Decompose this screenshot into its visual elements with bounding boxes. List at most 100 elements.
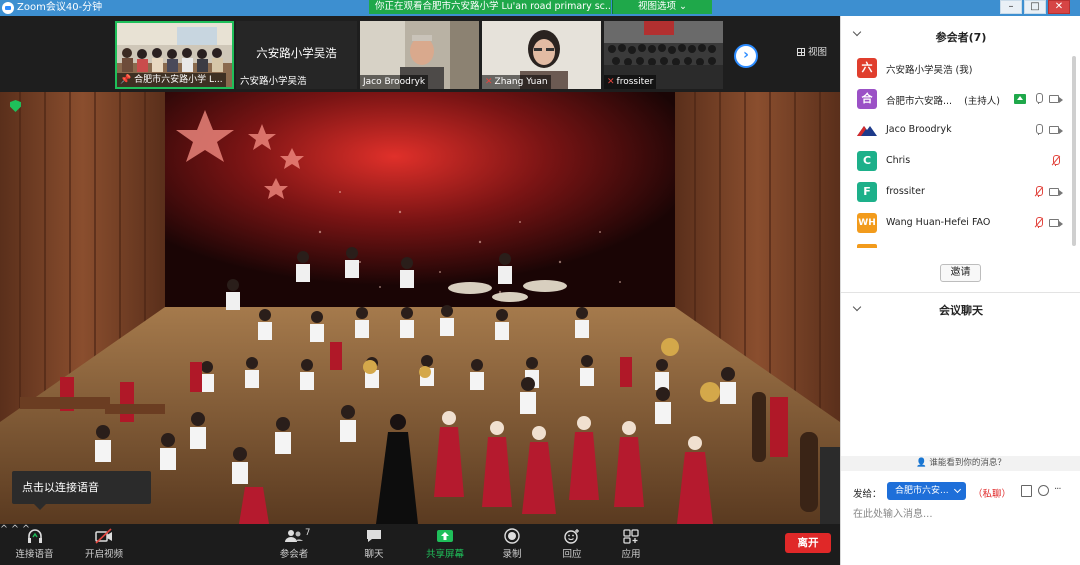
participant-name: Jaco Broodryk (886, 124, 952, 135)
mic-icon[interactable] (1035, 124, 1043, 135)
chat-button[interactable]: 聊天 (362, 524, 386, 565)
thumbnail-name: frossiter (616, 77, 654, 87)
connect-audio-label: 连接语音 (15, 549, 54, 560)
reactions-button[interactable]: 回应 (560, 524, 584, 565)
view-options-button[interactable]: 视图选项 ⌄ (612, 0, 712, 14)
send-to-label: 发给： (853, 489, 882, 500)
mic-muted-icon[interactable] (1034, 186, 1044, 197)
participant-name: 六安路小学吴浩 (我) (886, 65, 973, 76)
sharing-icon (1014, 94, 1026, 104)
title-bar: Zoom会议40-分钟 你正在观看合肥市六安路小学 Lu'an road pri… (0, 0, 1080, 16)
video-thumbnail[interactable]: Jaco Broodryk (360, 21, 479, 89)
person-icon: 👤 (916, 458, 927, 468)
next-page-button[interactable]: › (734, 44, 758, 68)
record-icon (504, 528, 520, 544)
thumbnail-name: Zhang Yuan (494, 77, 548, 87)
view-button-label: 视图 (808, 47, 828, 58)
mic-muted-icon[interactable] (1034, 217, 1044, 228)
participant-row[interactable]: Jaco Broodryk (841, 115, 1071, 146)
chat-title: 会议聊天 (939, 304, 983, 317)
reactions-label: 回应 (562, 549, 582, 560)
video-off-icon (95, 528, 112, 544)
shared-screen-video: 点击以连接语音 (0, 92, 840, 524)
chevron-right-icon: › (743, 47, 749, 63)
camera-icon[interactable] (1049, 95, 1063, 103)
video-thumbnail-strip: 📌 合肥市六安路小学 L... 六安路小学吴浩 六安路小学吴浩 Jaco Bro… (0, 16, 840, 92)
video-thumbnail[interactable]: ✕ Zhang Yuan (482, 21, 601, 89)
participant-name: Chris (886, 155, 911, 166)
start-video-label: 开启视频 (84, 549, 123, 560)
name-only-tile[interactable]: 六安路小学吴浩 六安路小学吴浩 (236, 21, 357, 89)
recipient-value: 合肥市六安... (895, 486, 949, 496)
emoji-icon[interactable] (1038, 485, 1049, 496)
camera-icon[interactable] (1049, 219, 1063, 227)
participants-label: 参会者 (279, 549, 309, 560)
leave-meeting-button[interactable]: 离开 (785, 533, 831, 553)
host-tag: (主持人) (964, 96, 1000, 107)
share-screen-icon (437, 530, 453, 542)
record-label: 录制 (502, 549, 522, 560)
dropdown-chevron-icon (953, 485, 962, 494)
participant-row[interactable]: F frossiter (841, 177, 1071, 208)
zoom-window: Zoom会议40-分钟 你正在观看合肥市六安路小学 Lu'an road pri… (0, 0, 1080, 565)
more-options-icon[interactable]: ··· (1054, 485, 1065, 497)
partially-hidden-avatar (857, 244, 877, 248)
avatar: F (857, 182, 877, 202)
participant-row[interactable]: C Chris (841, 146, 1071, 177)
message-visibility-label: 谁能看到你的消息？ (929, 458, 1006, 468)
start-video-button[interactable]: 开启视频 (83, 524, 125, 565)
video-thumbnail[interactable]: 📌 合肥市六安路小学 L... (115, 21, 234, 89)
participant-name: Wang Huan-Hefei FAO (886, 217, 991, 228)
participants-scrollbar[interactable] (1072, 56, 1076, 246)
message-visibility-link[interactable]: 👤 谁能看到你的消息？ (841, 456, 1080, 471)
avatar: 六 (857, 58, 877, 78)
avatar: WH (857, 213, 877, 233)
connect-audio-tooltip[interactable]: 点击以连接语音 (12, 471, 151, 510)
participant-row[interactable]: 合 合肥市六安路... (主持人) (841, 84, 1071, 115)
reaction-emoji-icon (564, 529, 579, 544)
camera-icon[interactable] (1049, 188, 1063, 196)
maximize-button[interactable]: □ (1024, 0, 1046, 14)
chat-icon (367, 530, 381, 542)
zoom-logo-icon (2, 2, 14, 14)
muted-mic-icon: ✕ (607, 77, 615, 87)
participants-header: 参会者(7) (841, 16, 1080, 53)
video-thumbnail[interactable]: ✕ frossiter (604, 21, 723, 89)
share-screen-button[interactable]: 共享屏幕 (425, 524, 465, 565)
muted-mic-icon: ✕ (485, 77, 493, 87)
record-button[interactable]: 录制 (500, 524, 524, 565)
avatar: 合 (857, 89, 877, 109)
thumbnail-name: 合肥市六安路小学 L... (134, 75, 223, 85)
thumbnail-name: Jaco Broodryk (363, 77, 426, 87)
screen-share-banner: 你正在观看合肥市六安路小学 Lu'an road primary sc...的屏… (369, 0, 611, 14)
participant-row[interactable]: 六 六安路小学吴浩 (我) (841, 53, 1071, 84)
chat-compose: 发给： 合肥市六安... （私聊） ··· (841, 478, 1080, 565)
mic-muted-icon[interactable] (1051, 155, 1061, 166)
avatar (857, 126, 877, 136)
invite-button[interactable]: 邀请 (940, 264, 981, 282)
avatar: C (857, 151, 877, 171)
orchestra-concert-image (0, 92, 840, 524)
apps-label: 应用 (621, 549, 641, 560)
participants-count: 7 (305, 528, 311, 538)
file-icon[interactable] (1021, 485, 1032, 497)
view-button[interactable]: 视图 (797, 44, 827, 58)
audio-options-chevron-icon[interactable]: ^ (0, 524, 8, 535)
participant-row[interactable]: WH Wang Huan-Hefei FAO (841, 208, 1071, 239)
side-panel: 参会者(7) 六 六安路小学吴浩 (我) 合 合肥市六安路... (主持人) Ja… (840, 16, 1080, 565)
chat-message-input[interactable] (853, 505, 1068, 523)
meeting-toolbar: 连接语音 ^ 开启视频 参会者 7 ^ 聊天 ^ 共享屏幕 录制 回应 应用 离… (0, 524, 840, 565)
participant-name: frossiter (886, 186, 925, 197)
apps-button[interactable]: 应用 (619, 524, 643, 565)
tile-name-large: 六安路小学吴浩 (256, 46, 337, 60)
apps-icon (623, 529, 639, 544)
participant-name: 合肥市六安路... (886, 96, 953, 107)
close-button[interactable]: ✕ (1048, 0, 1070, 14)
recipient-select[interactable]: 合肥市六安... (887, 482, 966, 500)
minimize-button[interactable]: – (1000, 0, 1022, 14)
connect-audio-button[interactable]: 连接语音 (12, 524, 57, 565)
mic-icon[interactable] (1035, 93, 1043, 104)
camera-icon[interactable] (1049, 126, 1063, 134)
participants-title: 参会者(7) (935, 31, 987, 44)
share-screen-label: 共享屏幕 (425, 549, 464, 560)
